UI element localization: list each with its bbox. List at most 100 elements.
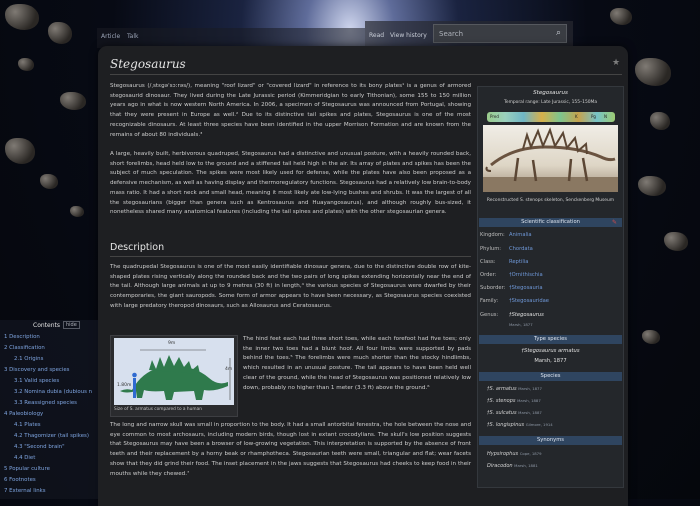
search-input[interactable]: Search ⌕ (433, 24, 567, 43)
search-icon[interactable]: ⌕ (556, 28, 561, 38)
skeleton-illustration (483, 127, 618, 192)
row-label: Class: (480, 259, 496, 265)
synonym-item: Diracodon Marsh, 1881 (487, 463, 538, 469)
genus-authority[interactable]: Marsh, 1877 (509, 322, 533, 327)
timeline-label: N (604, 114, 607, 119)
asteroid (638, 176, 666, 196)
toc-item[interactable]: 3.3 Reassigned species (14, 400, 77, 406)
row-value[interactable]: Animalia (509, 232, 532, 238)
figure-length-label: 9m (168, 341, 176, 346)
temporal-range: Temporal range: Late Jurassic, 155–150Ma (503, 100, 598, 105)
toc-hide-button[interactable]: hide (63, 321, 80, 329)
species-item[interactable]: †S. stenops Marsh, 1887 (487, 398, 541, 404)
asteroid (18, 58, 34, 71)
tab-article[interactable]: Article (101, 33, 120, 40)
toc-item[interactable]: 1 Description (4, 334, 40, 340)
row-label: Kingdom: (480, 232, 505, 238)
skeleton-photo[interactable] (483, 125, 618, 192)
asteroid (70, 206, 84, 217)
toc-item[interactable]: 7 External links (4, 488, 46, 494)
row-label: Family: (480, 298, 499, 304)
species-authority: Gilmore, 1914 (525, 422, 553, 427)
infobox: Stegosaurus Temporal range: Late Jurassi… (477, 86, 624, 488)
species-authority: Marsh, 1887 (517, 398, 541, 403)
tab-view-history[interactable]: View history (390, 32, 427, 39)
toc-item[interactable]: 3.2 Nomina dubia (dubious n (14, 389, 92, 395)
toc-item[interactable]: 4.4 Diet (14, 455, 35, 461)
synonym-authority: Cope, 1879 (519, 451, 542, 456)
asteroid (5, 4, 39, 30)
toc-item[interactable]: 4.2 Thagomizer (tail spikes) (14, 433, 89, 439)
figure-human-label: 1.80m (117, 383, 132, 388)
toc-item[interactable]: 4 Paleobiology (4, 411, 43, 417)
toc-item[interactable]: 4.3 "Second brain" (14, 444, 65, 450)
species-name: †S. sulcatus (487, 410, 517, 416)
toc-item[interactable]: 2 Classification (4, 345, 45, 351)
stegosaurus-silhouette (120, 349, 231, 400)
row-label: Genus: (480, 312, 499, 318)
figure-height-label: 4m (225, 367, 233, 372)
species-name: †S. armatus (487, 386, 517, 392)
species-name: †S. stenops (487, 398, 516, 404)
size-comparison-figure[interactable]: 9m 4m 1.80m Size of S. armatus compared … (110, 335, 238, 417)
row-value: †Stegosaurus (509, 312, 544, 318)
search-placeholder: Search (439, 30, 464, 38)
asteroid (635, 58, 671, 86)
species-item[interactable]: †S. armatus Marsh, 1877 (487, 386, 542, 392)
description-paragraph-1: The quadrupedal Stegosaurus is one of th… (110, 264, 471, 309)
species-item[interactable]: †S. longispinus Gilmore, 1914 (487, 422, 553, 428)
infobox-title: Stegosaurus (533, 90, 568, 96)
synonyms-header: Synonyms (479, 436, 622, 445)
row-value[interactable]: †Stegosauridae (509, 298, 549, 304)
description-paragraph-3: The long and narrow skull was small in p… (110, 422, 471, 477)
row-value[interactable]: Chordata (509, 246, 533, 252)
toc-item[interactable]: 2.1 Origins (14, 356, 43, 362)
synonym-name: Diracodon (487, 463, 513, 469)
type-species-name: †Stegosaurus armatus (521, 348, 580, 354)
toc-item[interactable]: 6 Footnotes (4, 477, 36, 483)
asteroid (610, 8, 632, 25)
section-heading-description: Description (110, 242, 165, 253)
row-value[interactable]: †Ornithischia (509, 272, 543, 278)
edit-pencil-icon[interactable]: ✎ (612, 219, 617, 226)
intro-paragraph-2: A large, heavily built, herbivorous quad… (110, 151, 471, 216)
classification-header: Scientific classification (479, 218, 622, 227)
description-paragraph-2: The hind feet each had three short toes,… (243, 336, 471, 391)
row-label: Suborder: (480, 285, 506, 291)
timeline-label: Pg (591, 114, 596, 119)
asteroid (5, 138, 35, 164)
species-authority: Marsh, 1887 (518, 410, 542, 415)
watch-star-icon[interactable]: ★ (612, 58, 620, 68)
row-value[interactable]: †Stegosauria (509, 285, 543, 291)
type-species-header: Type species (479, 335, 622, 344)
toc-item[interactable]: 3 Discovery and species (4, 367, 69, 373)
species-header: Species (479, 372, 622, 381)
species-authority: Marsh, 1877 (518, 386, 542, 391)
tab-read[interactable]: Read (369, 32, 384, 39)
toc-item[interactable]: 4.1 Plates (14, 422, 41, 428)
figure-caption: Size of S. armatus compared to a human (114, 407, 202, 412)
geologic-timeline[interactable]: Pred K Pg N (487, 112, 615, 122)
section-divider (110, 256, 471, 257)
row-label: Phylum: (480, 246, 502, 252)
species-item[interactable]: †S. sulcatus Marsh, 1887 (487, 410, 542, 416)
size-comparison-image: 9m 4m 1.80m (114, 338, 234, 405)
synonym-name: Hypsirophus (487, 451, 519, 457)
species-name: †S. longispinus (487, 422, 525, 428)
title-divider (110, 74, 622, 75)
synonym-authority: Marsh, 1881 (514, 463, 538, 468)
page-title: Stegosaurus (110, 57, 186, 71)
toc-item[interactable]: 5 Popular culture (4, 466, 50, 472)
asteroid (642, 330, 660, 344)
row-label: Order: (480, 272, 497, 278)
toc-item[interactable]: 3.1 Valid species (14, 378, 59, 384)
asteroid (60, 92, 86, 110)
infobox-caption: Reconstructed S. stenops skeleton, Senck… (486, 198, 615, 203)
page-tabs-bar: Article Talk (97, 28, 365, 48)
row-value[interactable]: Reptilia (509, 259, 528, 265)
type-species-authority: Marsh, 1877 (534, 358, 567, 364)
intro-paragraph-1: Stegosaurus (/ˌstɛɡəˈsɔːrəs/), meaning "… (110, 83, 471, 138)
tab-talk[interactable]: Talk (127, 33, 139, 40)
toc-title: Contents (33, 322, 60, 329)
asteroid (650, 112, 670, 130)
